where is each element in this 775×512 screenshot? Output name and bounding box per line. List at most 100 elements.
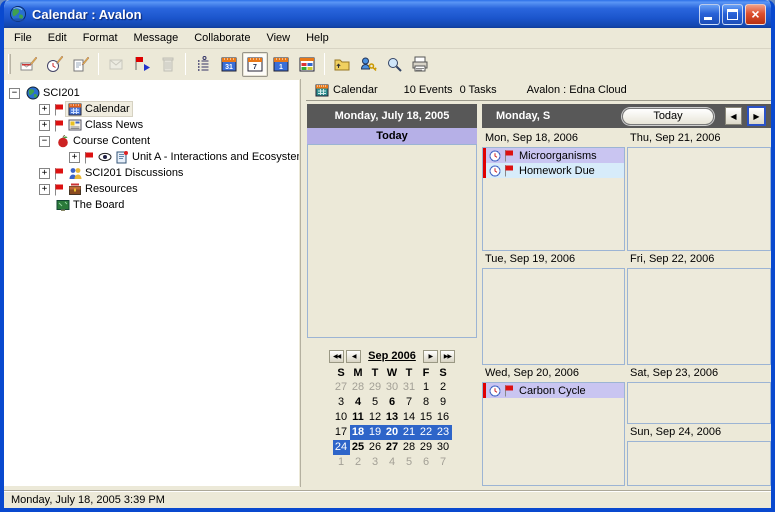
date-cell[interactable]: 19 — [367, 425, 384, 440]
day-cell[interactable] — [627, 268, 771, 365]
date-cell[interactable]: 1 — [333, 455, 350, 470]
next-week-button[interactable]: ▶ — [748, 107, 765, 125]
date-cell[interactable]: 29 — [418, 440, 435, 455]
date-cell[interactable]: 2 — [435, 380, 452, 395]
toolbar-grip[interactable] — [8, 54, 11, 74]
menu-item-message[interactable]: Message — [126, 29, 187, 47]
date-cell[interactable]: 30 — [384, 380, 401, 395]
mini-month-label[interactable]: Sep 2006 — [368, 350, 416, 362]
tree-expander-plus-icon[interactable]: + — [39, 168, 50, 179]
date-cell[interactable]: 3 — [367, 455, 384, 470]
new-event-button[interactable] — [16, 52, 42, 77]
date-cell[interactable]: 14 — [401, 410, 418, 425]
day-cell[interactable] — [627, 147, 771, 251]
prev-week-button[interactable]: ◀ — [725, 107, 742, 125]
menu-item-edit[interactable]: Edit — [40, 29, 75, 47]
date-cell[interactable]: 18 — [350, 425, 367, 440]
day-panel-body[interactable] — [307, 144, 477, 338]
date-cell[interactable]: 7 — [435, 455, 452, 470]
prev-year-button[interactable]: ◀◀ — [329, 350, 344, 363]
tree-expander-minus-icon[interactable]: − — [39, 136, 50, 147]
week-view-button[interactable]: 7 — [242, 52, 268, 77]
maximize-button[interactable] — [722, 4, 743, 25]
tree-item-course-content[interactable]: −Course Content — [4, 133, 299, 149]
date-cell[interactable]: 20 — [384, 425, 401, 440]
date-cell[interactable]: 10 — [333, 410, 350, 425]
date-cell[interactable]: 11 — [350, 410, 367, 425]
date-cell[interactable]: 1 — [418, 380, 435, 395]
day-view-button[interactable]: 1 — [268, 52, 294, 77]
new-task-button[interactable] — [42, 52, 68, 77]
next-month-button[interactable]: ▶ — [423, 350, 438, 363]
date-cell[interactable]: 6 — [384, 395, 401, 410]
tree-expander-plus-icon[interactable]: + — [39, 104, 50, 115]
list-view-button[interactable] — [190, 52, 216, 77]
date-cell[interactable]: 26 — [367, 440, 384, 455]
folder-up-button[interactable] — [329, 52, 355, 77]
date-cell[interactable]: 27 — [333, 380, 350, 395]
flag-button[interactable] — [129, 52, 155, 77]
tree-expander-plus-icon[interactable]: + — [69, 152, 80, 163]
menu-item-view[interactable]: View — [258, 29, 298, 47]
today-banner[interactable]: Today — [307, 128, 477, 144]
menu-item-format[interactable]: Format — [75, 29, 126, 47]
tree-expander-minus-icon[interactable]: − — [9, 88, 20, 99]
close-button[interactable]: × — [745, 4, 766, 25]
day-cell[interactable]: Carbon Cycle — [482, 382, 625, 486]
new-note-button[interactable] — [68, 52, 94, 77]
event-item[interactable]: Microorganisms — [483, 148, 624, 163]
menu-item-collaborate[interactable]: Collaborate — [186, 29, 258, 47]
date-cell[interactable]: 9 — [435, 395, 452, 410]
date-cell[interactable]: 30 — [435, 440, 452, 455]
event-item[interactable]: Homework Due — [483, 163, 624, 178]
tree-expander-plus-icon[interactable]: + — [39, 184, 50, 195]
date-cell[interactable]: 25 — [350, 440, 367, 455]
date-cell[interactable]: 27 — [384, 440, 401, 455]
month-view-button[interactable]: 31 — [216, 52, 242, 77]
date-cell[interactable]: 7 — [401, 395, 418, 410]
menu-item-help[interactable]: Help — [298, 29, 337, 47]
event-item[interactable]: Carbon Cycle — [483, 383, 624, 398]
menu-item-file[interactable]: File — [6, 29, 40, 47]
planner-view-button[interactable] — [294, 52, 320, 77]
tree-item-resources[interactable]: +Resources — [4, 181, 299, 197]
date-cell[interactable]: 6 — [418, 455, 435, 470]
tree-item-unit-a-interactions-and-ecosystems[interactable]: +Unit A - Interactions and Ecosystems — [4, 149, 299, 165]
tree-expander-plus-icon[interactable]: + — [39, 120, 50, 131]
date-cell[interactable]: 28 — [350, 380, 367, 395]
date-cell[interactable]: 15 — [418, 410, 435, 425]
date-cell[interactable]: 22 — [418, 425, 435, 440]
date-cell[interactable]: 4 — [384, 455, 401, 470]
date-cell[interactable]: 2 — [350, 455, 367, 470]
tree-item-calendar[interactable]: +Calendar — [4, 101, 299, 117]
tree-item-class-news[interactable]: +Class News — [4, 117, 299, 133]
date-cell[interactable]: 5 — [401, 455, 418, 470]
minimize-button[interactable] — [699, 4, 720, 25]
panel-splitter[interactable] — [300, 79, 306, 487]
date-cell[interactable]: 21 — [401, 425, 418, 440]
delete-button[interactable] — [155, 52, 181, 77]
print-button[interactable] — [407, 52, 433, 77]
date-cell[interactable]: 29 — [367, 380, 384, 395]
next-year-button[interactable]: ▶▶ — [440, 350, 455, 363]
search-button[interactable] — [381, 52, 407, 77]
day-cell[interactable] — [482, 268, 625, 365]
tree-item-sci201-discussions[interactable]: +SCI201 Discussions — [4, 165, 299, 181]
date-cell[interactable]: 5 — [367, 395, 384, 410]
date-cell[interactable]: 12 — [367, 410, 384, 425]
day-cell[interactable]: MicroorganismsHomework Due — [482, 147, 625, 251]
permissions-button[interactable] — [355, 52, 381, 77]
day-cell[interactable] — [627, 441, 771, 486]
day-cell[interactable] — [627, 382, 771, 424]
open-item-button[interactable] — [103, 52, 129, 77]
date-cell[interactable]: 16 — [435, 410, 452, 425]
today-button[interactable]: Today — [622, 108, 714, 125]
prev-month-button[interactable]: ◀ — [346, 350, 361, 363]
date-cell[interactable]: 28 — [401, 440, 418, 455]
date-cell[interactable]: 24 — [333, 440, 350, 455]
tree-item-the-board[interactable]: The Board — [4, 197, 299, 213]
date-cell[interactable]: 8 — [418, 395, 435, 410]
date-cell[interactable]: 23 — [435, 425, 452, 440]
date-cell[interactable]: 3 — [333, 395, 350, 410]
date-cell[interactable]: 31 — [401, 380, 418, 395]
